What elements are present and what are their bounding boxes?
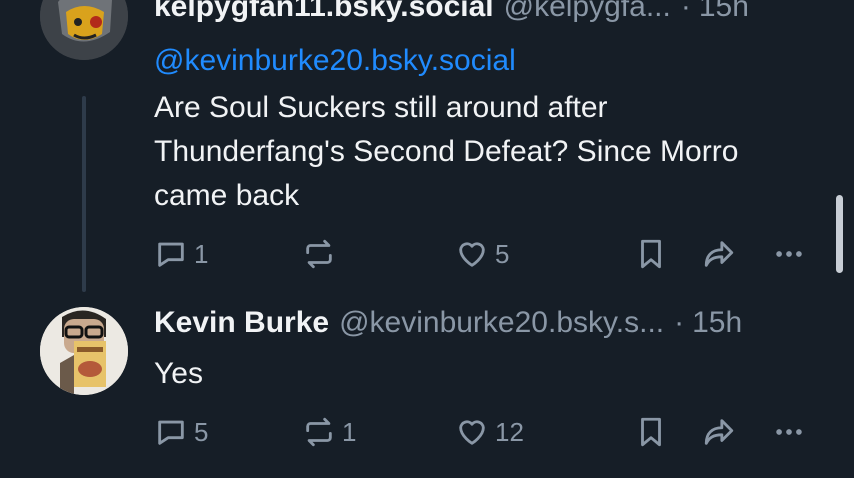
author-name[interactable]: kelpygfan11.bsky.social bbox=[154, 0, 494, 24]
ellipsis-icon bbox=[776, 251, 802, 257]
like-button[interactable]: 12 bbox=[455, 415, 524, 449]
like-count: 12 bbox=[495, 416, 524, 447]
share-icon bbox=[704, 241, 734, 267]
post-actions: 1 5 bbox=[0, 237, 854, 277]
like-button[interactable]: 5 bbox=[455, 237, 509, 271]
separator: · bbox=[680, 0, 691, 23]
share-button[interactable] bbox=[702, 415, 736, 449]
bookmark-icon bbox=[641, 417, 661, 447]
repost-button[interactable]: 1 bbox=[302, 415, 356, 449]
repost-button[interactable] bbox=[302, 237, 342, 271]
author-handle[interactable]: @kevinburke20.bsky.s... bbox=[339, 306, 664, 340]
reply-count: 1 bbox=[194, 238, 209, 269]
avatar[interactable] bbox=[40, 0, 128, 60]
post-header: Kevin Burke @kevinburke20.bsky.s... · 15… bbox=[154, 306, 742, 346]
author-handle[interactable]: @kelpygfa... bbox=[504, 0, 671, 24]
post-actions: 5 1 12 bbox=[0, 415, 854, 455]
repost-count: 1 bbox=[342, 416, 357, 447]
bookmark-button[interactable] bbox=[634, 237, 668, 271]
post-header: kelpygfan11.bsky.social @kelpygfa... · 1… bbox=[154, 0, 749, 30]
author-name[interactable]: Kevin Burke bbox=[154, 306, 329, 340]
avatar[interactable] bbox=[40, 307, 128, 395]
bookmark-icon bbox=[641, 239, 661, 269]
reply-button[interactable]: 5 bbox=[154, 415, 208, 449]
share-button[interactable] bbox=[702, 237, 736, 271]
post-text: Yes bbox=[154, 357, 203, 390]
reply-button[interactable]: 1 bbox=[154, 237, 208, 271]
share-icon bbox=[704, 419, 734, 445]
more-options-button[interactable] bbox=[772, 415, 806, 449]
reply-icon bbox=[158, 242, 184, 267]
bookmark-button[interactable] bbox=[634, 415, 668, 449]
repost-icon bbox=[306, 239, 332, 269]
mention-link[interactable]: @kevinburke20.bsky.social bbox=[154, 44, 516, 78]
ellipsis-icon bbox=[776, 429, 802, 435]
reply-icon bbox=[158, 420, 184, 445]
like-count: 5 bbox=[495, 238, 510, 269]
separator: · bbox=[674, 306, 685, 339]
more-options-button[interactable] bbox=[772, 237, 806, 271]
scrollbar[interactable] bbox=[836, 195, 843, 273]
reply-count: 5 bbox=[194, 416, 209, 447]
heart-icon bbox=[459, 242, 485, 267]
post-time[interactable]: 15h bbox=[692, 306, 742, 340]
repost-icon bbox=[306, 417, 332, 447]
heart-icon bbox=[459, 420, 485, 445]
post-time[interactable]: 15h bbox=[699, 0, 749, 24]
post-text: Are Soul Suckers still around after Thun… bbox=[154, 91, 739, 212]
